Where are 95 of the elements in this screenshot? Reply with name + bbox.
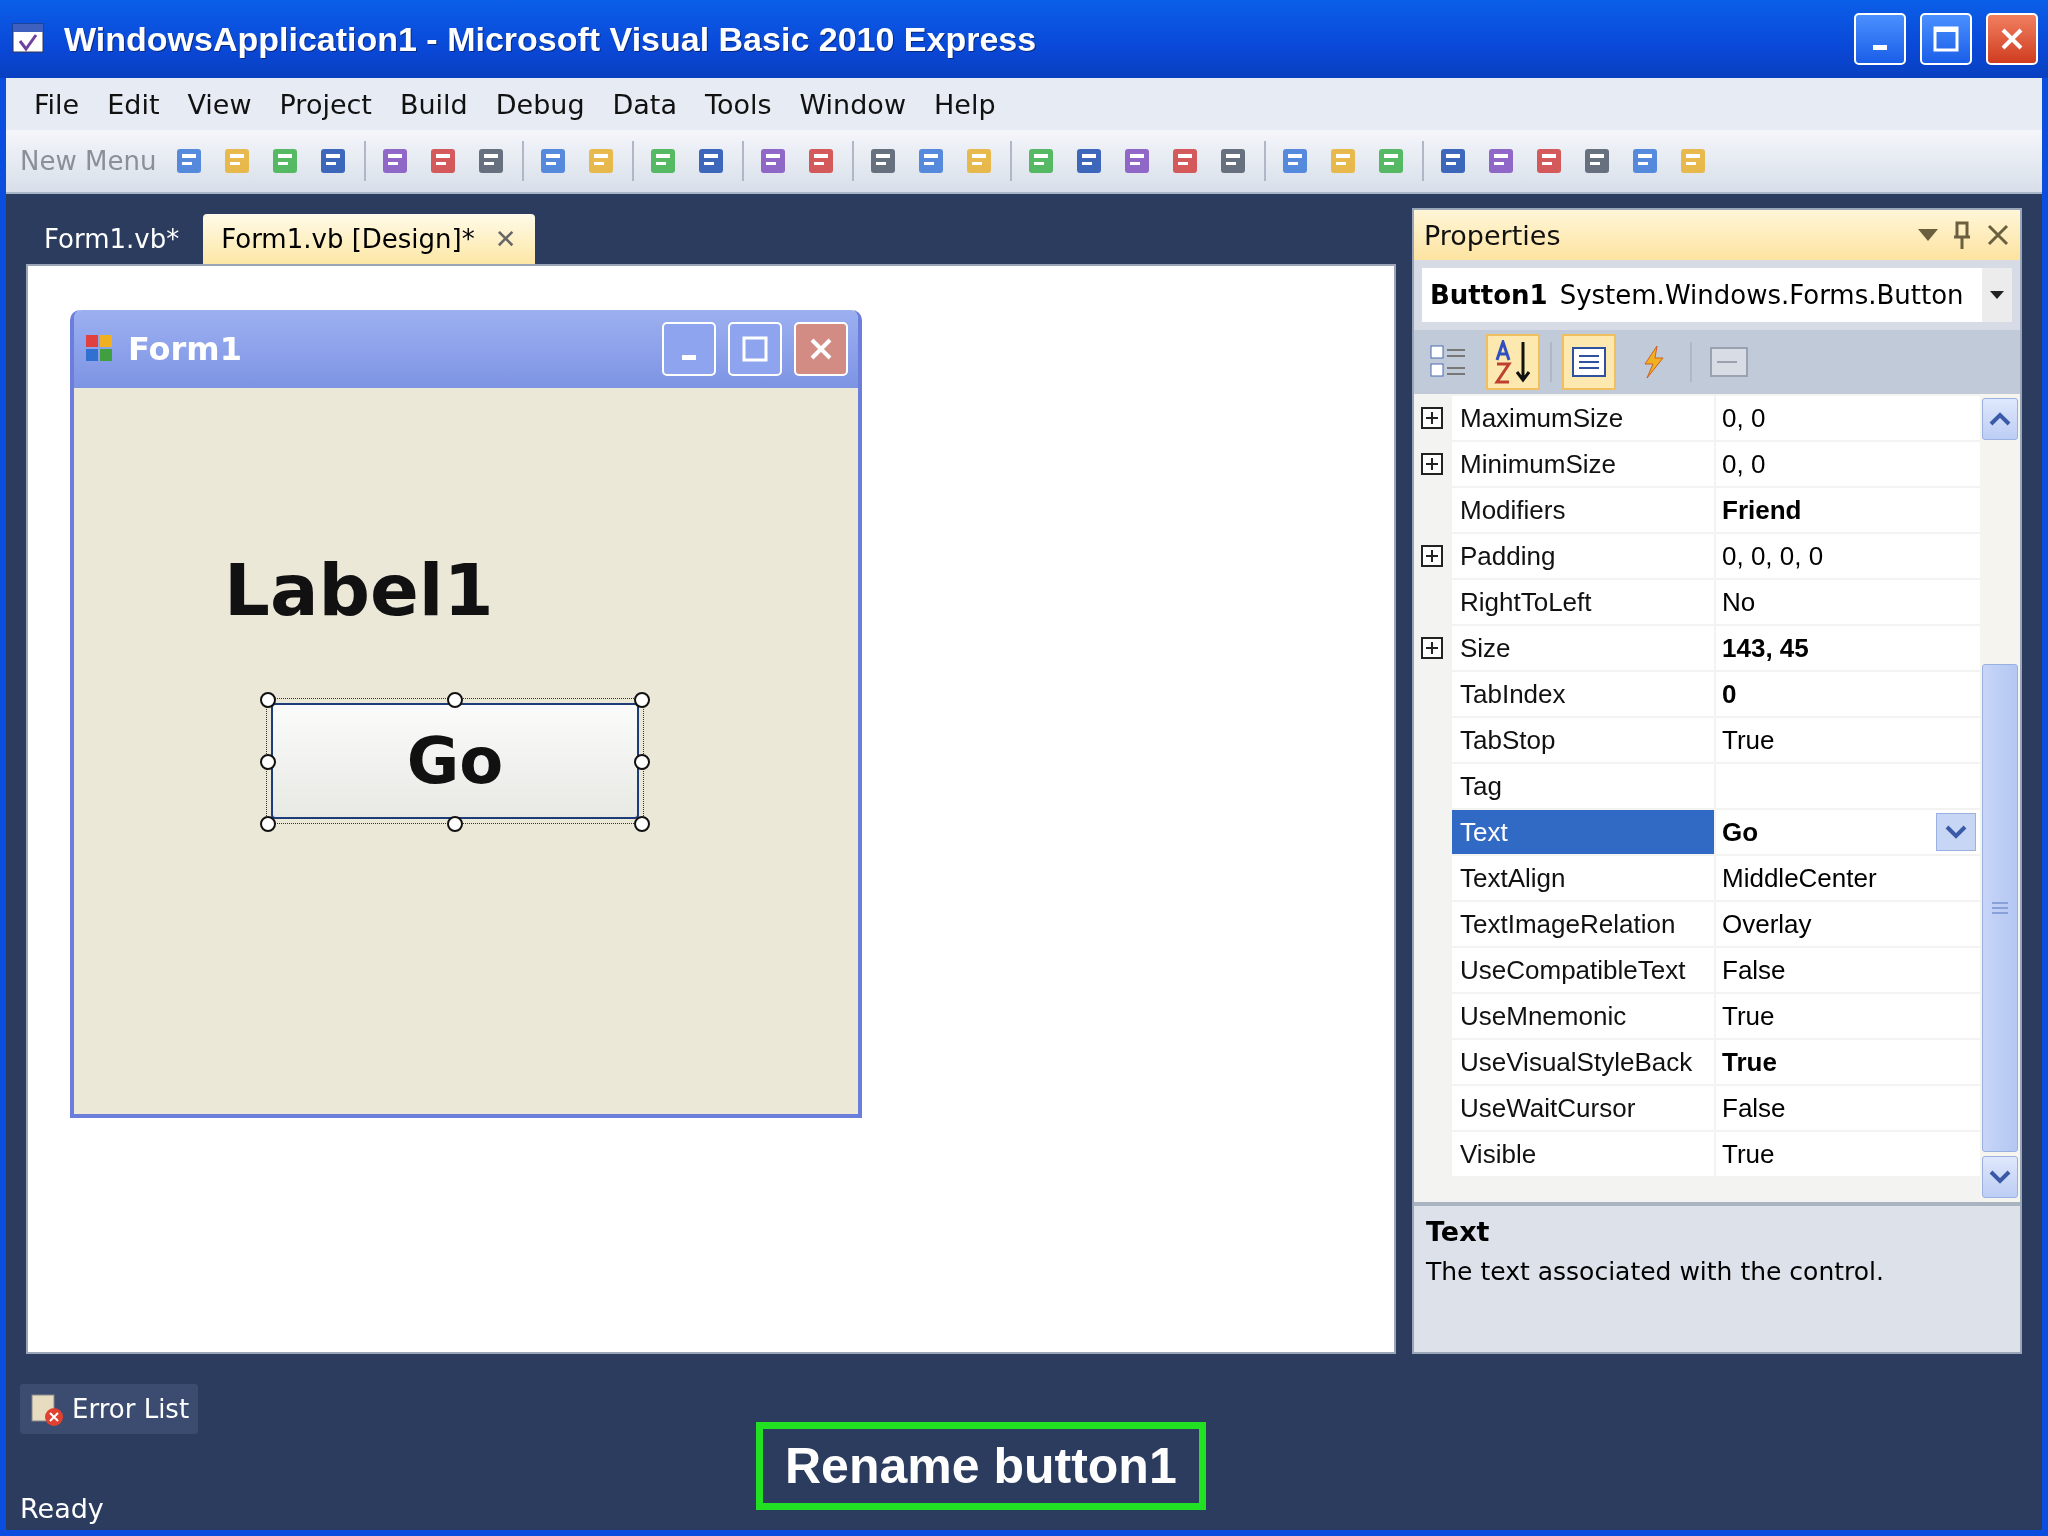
property-value[interactable]: 0: [1716, 672, 1980, 716]
document-tab[interactable]: Form1.vb [Design]* ✕: [203, 214, 535, 264]
dropdown-icon[interactable]: [1990, 291, 2004, 299]
menu-item[interactable]: View: [173, 88, 266, 120]
close-button[interactable]: [794, 322, 848, 376]
property-value[interactable]: False: [1716, 948, 1980, 992]
property-name[interactable]: TextImageRelation: [1452, 902, 1714, 946]
go-button[interactable]: Go: [271, 703, 639, 819]
document-tab[interactable]: Form1.vb*: [26, 214, 198, 264]
maximize-icon: [741, 335, 769, 363]
chevron-down-icon[interactable]: [1945, 825, 1967, 839]
property-name[interactable]: Size: [1452, 626, 1714, 670]
form-label[interactable]: Label1: [224, 548, 858, 632]
resize-handle[interactable]: [634, 692, 650, 708]
caption: Rename button1: [756, 1422, 1206, 1510]
menu-item[interactable]: Build: [385, 88, 482, 120]
property-value[interactable]: No: [1716, 580, 1980, 624]
property-value[interactable]: True: [1716, 994, 1980, 1038]
property-name[interactable]: Tag: [1452, 764, 1714, 808]
description-text: The text associated with the control.: [1426, 1257, 1885, 1286]
property-value[interactable]: MiddleCenter: [1716, 856, 1980, 900]
property-value[interactable]: Overlay: [1716, 902, 1980, 946]
property-name[interactable]: UseMnemonic: [1452, 994, 1714, 1038]
status-text: Ready: [20, 1493, 105, 1524]
object-selector[interactable]: Button1 System.Windows.Forms.Button: [1422, 268, 2012, 322]
maximize-button[interactable]: [728, 322, 782, 376]
property-value[interactable]: 143, 45: [1716, 626, 1980, 670]
property-name[interactable]: UseCompatibleText: [1452, 948, 1714, 992]
menu-item[interactable]: File: [20, 88, 94, 120]
minimize-icon: [682, 354, 696, 360]
resize-handle[interactable]: [447, 692, 463, 708]
menu-item[interactable]: Help: [920, 88, 1010, 120]
property-name[interactable]: MaximumSize: [1452, 396, 1714, 440]
expand-icon[interactable]: [1421, 407, 1443, 429]
panel-title: Properties: [1424, 219, 1562, 251]
property-value[interactable]: False: [1716, 1086, 1980, 1130]
property-value[interactable]: Go: [1716, 810, 1980, 854]
sort-icon: [1493, 340, 1533, 384]
value-dropdown-button[interactable]: [1936, 813, 1976, 851]
alphabetical-button[interactable]: [1486, 334, 1540, 390]
resize-handle[interactable]: [447, 816, 463, 832]
close-tab-icon[interactable]: ✕: [494, 224, 517, 254]
expand-icon[interactable]: [1421, 637, 1443, 659]
minimize-button[interactable]: [1854, 13, 1906, 65]
property-name[interactable]: Visible: [1452, 1132, 1714, 1176]
property-name[interactable]: TabIndex: [1452, 672, 1714, 716]
form-title: Form1: [128, 330, 243, 368]
error-list-tab[interactable]: Error List: [20, 1384, 198, 1434]
list-icon: [1571, 346, 1607, 378]
expand-icon[interactable]: [1421, 453, 1443, 475]
property-name[interactable]: TabStop: [1452, 718, 1714, 762]
property-value[interactable]: 0, 0: [1716, 442, 1980, 486]
close-button[interactable]: [1986, 13, 2038, 65]
minimize-button[interactable]: [662, 322, 716, 376]
property-name[interactable]: TextAlign: [1452, 856, 1714, 900]
close-icon: [808, 336, 834, 362]
window-title: WindowsApplication1 - Microsoft Visual Basic 2010 Express: [64, 19, 1038, 59]
menu-item[interactable]: Edit: [93, 88, 174, 120]
resize-handle[interactable]: [260, 816, 276, 832]
property-value[interactable]: 0, 0: [1716, 396, 1980, 440]
resize-handle[interactable]: [260, 692, 276, 708]
property-name[interactable]: Text: [1452, 810, 1714, 854]
minimize-icon: [1873, 44, 1887, 50]
window-icon: [1709, 344, 1749, 380]
clipboard-error-icon: [28, 1391, 64, 1427]
menu-item[interactable]: Debug: [481, 88, 599, 120]
menu-item[interactable]: Project: [265, 88, 386, 120]
close-icon: [1999, 26, 2025, 52]
resize-handle[interactable]: [634, 816, 650, 832]
chevron-down-icon[interactable]: [1989, 1170, 2011, 1184]
property-name[interactable]: Modifiers: [1452, 488, 1714, 532]
maximize-icon: [1932, 25, 1960, 53]
maximize-button[interactable]: [1920, 13, 1972, 65]
property-value[interactable]: Friend: [1716, 488, 1980, 532]
menu-item[interactable]: Tools: [691, 88, 786, 120]
menu-item[interactable]: Window: [785, 88, 920, 120]
expand-icon[interactable]: [1421, 545, 1443, 567]
description-title: Text: [1426, 1216, 1491, 1247]
pin-icon[interactable]: [1952, 221, 1972, 249]
property-name[interactable]: Padding: [1452, 534, 1714, 578]
menu-item[interactable]: Data: [598, 88, 691, 120]
property-value[interactable]: True: [1716, 1132, 1980, 1176]
property-name[interactable]: UseVisualStyleBack: [1452, 1040, 1714, 1084]
property-name[interactable]: RightToLeft: [1452, 580, 1714, 624]
close-icon[interactable]: [1986, 223, 2010, 247]
property-name[interactable]: UseWaitCursor: [1452, 1086, 1714, 1130]
property-name[interactable]: MinimumSize: [1452, 442, 1714, 486]
property-value[interactable]: True: [1716, 718, 1980, 762]
property-value[interactable]: True: [1716, 1040, 1980, 1084]
properties-button[interactable]: [1562, 334, 1616, 390]
resize-handle[interactable]: [634, 754, 650, 770]
resize-handle[interactable]: [260, 754, 276, 770]
property-value[interactable]: 0, 0, 0, 0: [1716, 534, 1980, 578]
scroll-up-icon[interactable]: [1989, 412, 2011, 426]
grip-icon[interactable]: [1991, 899, 2009, 917]
